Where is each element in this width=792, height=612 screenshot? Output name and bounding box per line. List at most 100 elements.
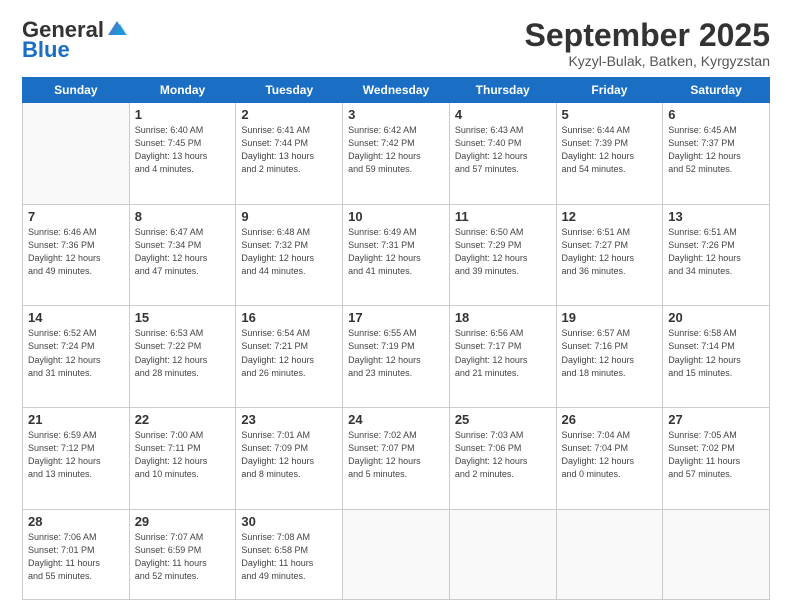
table-row: 15 Sunrise: 6:53 AM Sunset: 7:22 PM Dayli… — [129, 306, 236, 408]
table-row — [23, 103, 130, 205]
table-row — [663, 509, 770, 599]
day-info: Sunrise: 7:05 AM Sunset: 7:02 PM Dayligh… — [668, 429, 764, 481]
day-number: 14 — [28, 310, 124, 325]
table-row: 8 Sunrise: 6:47 AM Sunset: 7:34 PM Daylig… — [129, 204, 236, 306]
day-number: 24 — [348, 412, 444, 427]
logo-blue: Blue — [22, 38, 70, 62]
calendar-table: Sunday Monday Tuesday Wednesday Thursday… — [22, 77, 770, 600]
table-row: 27 Sunrise: 7:05 AM Sunset: 7:02 PM Dayli… — [663, 408, 770, 510]
title-block: September 2025 Kyzyl-Bulak, Batken, Kyrg… — [525, 18, 770, 69]
table-row: 16 Sunrise: 6:54 AM Sunset: 7:21 PM Dayli… — [236, 306, 343, 408]
day-info: Sunrise: 6:41 AM Sunset: 7:44 PM Dayligh… — [241, 124, 337, 176]
day-number: 18 — [455, 310, 551, 325]
day-info: Sunrise: 6:46 AM Sunset: 7:36 PM Dayligh… — [28, 226, 124, 278]
table-row: 9Sunrise: 6:48 AM Sunset: 7:32 PM Daylig… — [236, 204, 343, 306]
table-row: 1 Sunrise: 6:40 AM Sunset: 7:45 PM Daylig… — [129, 103, 236, 205]
day-info: Sunrise: 6:42 AM Sunset: 7:42 PM Dayligh… — [348, 124, 444, 176]
col-thursday: Thursday — [449, 78, 556, 103]
table-row: 13Sunrise: 6:51 AM Sunset: 7:26 PM Dayli… — [663, 204, 770, 306]
day-number: 7 — [28, 209, 124, 224]
day-info: Sunrise: 6:50 AM Sunset: 7:29 PM Dayligh… — [455, 226, 551, 278]
day-number: 10 — [348, 209, 444, 224]
day-number: 8 — [135, 209, 231, 224]
day-number: 30 — [241, 514, 337, 529]
day-info: Sunrise: 6:59 AM Sunset: 7:12 PM Dayligh… — [28, 429, 124, 481]
logo: General Blue — [22, 18, 128, 62]
table-row: 6 Sunrise: 6:45 AM Sunset: 7:37 PM Daylig… — [663, 103, 770, 205]
day-info: Sunrise: 6:48 AM Sunset: 7:32 PM Dayligh… — [241, 226, 337, 278]
month-title: September 2025 — [525, 18, 770, 53]
day-number: 4 — [455, 107, 551, 122]
day-info: Sunrise: 7:00 AM Sunset: 7:11 PM Dayligh… — [135, 429, 231, 481]
day-info: Sunrise: 7:08 AM Sunset: 6:58 PM Dayligh… — [241, 531, 337, 583]
day-number: 22 — [135, 412, 231, 427]
day-number: 23 — [241, 412, 337, 427]
day-number: 3 — [348, 107, 444, 122]
table-row — [449, 509, 556, 599]
table-row: 3 Sunrise: 6:42 AM Sunset: 7:42 PM Daylig… — [343, 103, 450, 205]
day-number: 26 — [562, 412, 658, 427]
day-info: Sunrise: 7:01 AM Sunset: 7:09 PM Dayligh… — [241, 429, 337, 481]
day-info: Sunrise: 7:02 AM Sunset: 7:07 PM Dayligh… — [348, 429, 444, 481]
day-number: 12 — [562, 209, 658, 224]
day-info: Sunrise: 6:57 AM Sunset: 7:16 PM Dayligh… — [562, 327, 658, 379]
table-row: 25 Sunrise: 7:03 AM Sunset: 7:06 PM Dayli… — [449, 408, 556, 510]
day-number: 28 — [28, 514, 124, 529]
day-info: Sunrise: 6:43 AM Sunset: 7:40 PM Dayligh… — [455, 124, 551, 176]
table-row: 24 Sunrise: 7:02 AM Sunset: 7:07 PM Dayli… — [343, 408, 450, 510]
day-info: Sunrise: 6:53 AM Sunset: 7:22 PM Dayligh… — [135, 327, 231, 379]
table-row: 23 Sunrise: 7:01 AM Sunset: 7:09 PM Dayli… — [236, 408, 343, 510]
day-info: Sunrise: 6:40 AM Sunset: 7:45 PM Dayligh… — [135, 124, 231, 176]
day-info: Sunrise: 6:54 AM Sunset: 7:21 PM Dayligh… — [241, 327, 337, 379]
table-row — [556, 509, 663, 599]
day-info: Sunrise: 7:03 AM Sunset: 7:06 PM Dayligh… — [455, 429, 551, 481]
day-number: 16 — [241, 310, 337, 325]
day-number: 29 — [135, 514, 231, 529]
table-row: 22 Sunrise: 7:00 AM Sunset: 7:11 PM Dayli… — [129, 408, 236, 510]
table-row: 26 Sunrise: 7:04 AM Sunset: 7:04 PM Dayli… — [556, 408, 663, 510]
table-row: 4 Sunrise: 6:43 AM Sunset: 7:40 PM Daylig… — [449, 103, 556, 205]
logo-icon — [106, 19, 128, 37]
day-info: Sunrise: 7:07 AM Sunset: 6:59 PM Dayligh… — [135, 531, 231, 583]
day-number: 25 — [455, 412, 551, 427]
day-info: Sunrise: 6:49 AM Sunset: 7:31 PM Dayligh… — [348, 226, 444, 278]
table-row: 12Sunrise: 6:51 AM Sunset: 7:27 PM Dayli… — [556, 204, 663, 306]
day-info: Sunrise: 7:04 AM Sunset: 7:04 PM Dayligh… — [562, 429, 658, 481]
table-row: 10 Sunrise: 6:49 AM Sunset: 7:31 PM Dayli… — [343, 204, 450, 306]
day-info: Sunrise: 6:52 AM Sunset: 7:24 PM Dayligh… — [28, 327, 124, 379]
table-row: 21 Sunrise: 6:59 AM Sunset: 7:12 PM Dayli… — [23, 408, 130, 510]
calendar-header-row: Sunday Monday Tuesday Wednesday Thursday… — [23, 78, 770, 103]
table-row: 14 Sunrise: 6:52 AM Sunset: 7:24 PM Dayli… — [23, 306, 130, 408]
day-info: Sunrise: 6:47 AM Sunset: 7:34 PM Dayligh… — [135, 226, 231, 278]
day-number: 19 — [562, 310, 658, 325]
table-row: 11Sunrise: 6:50 AM Sunset: 7:29 PM Dayli… — [449, 204, 556, 306]
day-info: Sunrise: 6:56 AM Sunset: 7:17 PM Dayligh… — [455, 327, 551, 379]
day-number: 21 — [28, 412, 124, 427]
table-row: 5Sunrise: 6:44 AM Sunset: 7:39 PM Daylig… — [556, 103, 663, 205]
table-row: 18 Sunrise: 6:56 AM Sunset: 7:17 PM Dayli… — [449, 306, 556, 408]
day-number: 2 — [241, 107, 337, 122]
col-sunday: Sunday — [23, 78, 130, 103]
day-number: 17 — [348, 310, 444, 325]
table-row: 20 Sunrise: 6:58 AM Sunset: 7:14 PM Dayli… — [663, 306, 770, 408]
day-number: 1 — [135, 107, 231, 122]
day-number: 6 — [668, 107, 764, 122]
day-info: Sunrise: 6:51 AM Sunset: 7:26 PM Dayligh… — [668, 226, 764, 278]
table-row: 17Sunrise: 6:55 AM Sunset: 7:19 PM Dayli… — [343, 306, 450, 408]
location: Kyzyl-Bulak, Batken, Kyrgyzstan — [525, 53, 770, 69]
col-monday: Monday — [129, 78, 236, 103]
day-info: Sunrise: 6:58 AM Sunset: 7:14 PM Dayligh… — [668, 327, 764, 379]
table-row: 2 Sunrise: 6:41 AM Sunset: 7:44 PM Daylig… — [236, 103, 343, 205]
day-number: 27 — [668, 412, 764, 427]
header: General Blue September 2025 Kyzyl-Bulak,… — [22, 18, 770, 69]
col-wednesday: Wednesday — [343, 78, 450, 103]
day-info: Sunrise: 7:06 AM Sunset: 7:01 PM Dayligh… — [28, 531, 124, 583]
col-tuesday: Tuesday — [236, 78, 343, 103]
day-info: Sunrise: 6:44 AM Sunset: 7:39 PM Dayligh… — [562, 124, 658, 176]
col-saturday: Saturday — [663, 78, 770, 103]
table-row: 19 Sunrise: 6:57 AM Sunset: 7:16 PM Dayli… — [556, 306, 663, 408]
day-number: 15 — [135, 310, 231, 325]
table-row: 28 Sunrise: 7:06 AM Sunset: 7:01 PM Dayli… — [23, 509, 130, 599]
day-info: Sunrise: 6:45 AM Sunset: 7:37 PM Dayligh… — [668, 124, 764, 176]
day-number: 20 — [668, 310, 764, 325]
